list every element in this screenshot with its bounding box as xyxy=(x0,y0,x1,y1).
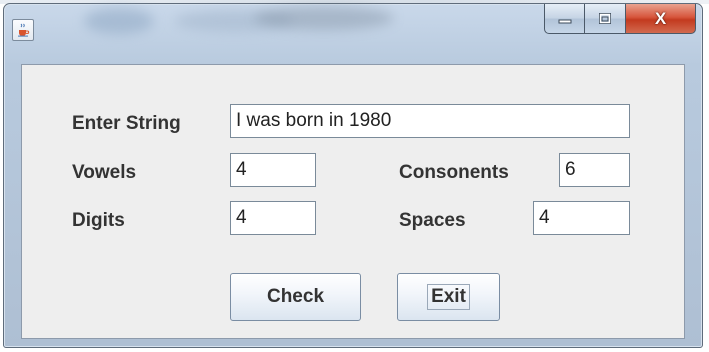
app-window: X Enter String Vowels Consonents Digits … xyxy=(3,3,703,348)
enter-string-label: Enter String xyxy=(72,113,181,134)
spaces-label: Spaces xyxy=(399,210,466,231)
form-panel: Enter String Vowels Consonents Digits Sp… xyxy=(21,64,685,339)
vowels-label: Vowels xyxy=(72,162,137,183)
check-button-label: Check xyxy=(266,286,325,307)
title-blur xyxy=(254,6,394,30)
minimize-button[interactable] xyxy=(544,4,585,34)
digits-label: Digits xyxy=(72,210,125,231)
enter-string-input[interactable] xyxy=(230,104,630,138)
vowels-field[interactable] xyxy=(230,153,316,187)
consonents-label: Consonents xyxy=(399,162,509,183)
close-button[interactable]: X xyxy=(626,4,696,34)
consonents-field[interactable] xyxy=(559,153,630,187)
digits-field[interactable] xyxy=(230,201,316,235)
close-icon: X xyxy=(654,8,667,28)
maximize-icon xyxy=(599,13,611,24)
window-controls: X xyxy=(544,4,696,35)
exit-button-label: Exit xyxy=(427,284,470,310)
maximize-button[interactable] xyxy=(585,4,626,34)
java-cup-icon[interactable] xyxy=(12,19,34,41)
exit-button[interactable]: Exit xyxy=(397,273,500,321)
title-blur xyxy=(84,8,154,34)
minimize-icon xyxy=(558,19,571,23)
spaces-field[interactable] xyxy=(533,201,630,235)
check-button[interactable]: Check xyxy=(230,273,361,321)
title-bar[interactable]: X xyxy=(4,4,702,58)
